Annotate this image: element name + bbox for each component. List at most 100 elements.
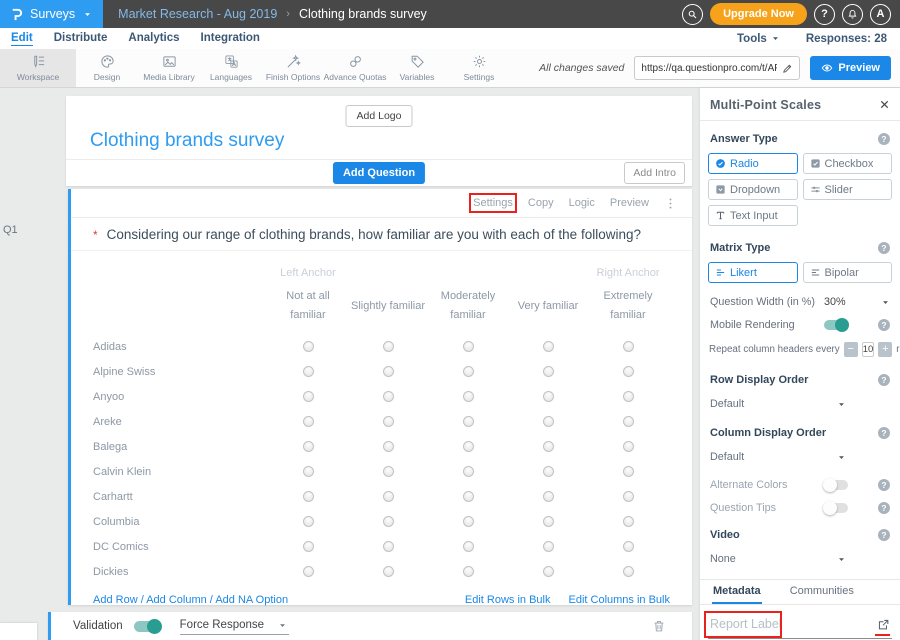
radio-option[interactable] xyxy=(303,491,314,502)
surveys-menu[interactable]: Surveys xyxy=(0,0,103,28)
radio-option[interactable] xyxy=(463,466,474,477)
radio-option[interactable] xyxy=(543,441,554,452)
toolbar-item-design[interactable]: Design xyxy=(76,49,138,87)
edit-url-pencil-icon[interactable] xyxy=(782,63,793,74)
radio-option[interactable] xyxy=(463,566,474,577)
radio-option[interactable] xyxy=(543,416,554,427)
toolbar-item-variables[interactable]: Variables xyxy=(386,49,448,87)
validation-toggle[interactable] xyxy=(134,621,161,632)
radio-option[interactable] xyxy=(623,441,634,452)
search-icon[interactable] xyxy=(682,4,703,25)
add-column-link[interactable]: Add Column xyxy=(146,594,207,606)
question-action-preview[interactable]: Preview xyxy=(610,197,649,209)
help-icon[interactable]: ? xyxy=(878,479,890,491)
radio-option[interactable] xyxy=(463,391,474,402)
radio-option[interactable] xyxy=(383,391,394,402)
add-na-option-link[interactable]: Add NA Option xyxy=(215,594,288,606)
add-intro-button[interactable]: Add Intro xyxy=(624,162,685,184)
radio-option[interactable] xyxy=(383,441,394,452)
radio-option[interactable] xyxy=(623,341,634,352)
help-icon[interactable]: ? xyxy=(878,529,890,541)
radio-option[interactable] xyxy=(543,566,554,577)
answer-type-radio[interactable]: Radio xyxy=(708,153,798,174)
answer-type-checkbox[interactable]: Checkbox xyxy=(803,153,893,174)
add-question-button[interactable]: Add Question xyxy=(333,162,425,184)
answer-type-slider[interactable]: Slider xyxy=(803,179,893,200)
toolbar-item-media-library[interactable]: Media Library xyxy=(138,49,200,87)
radio-option[interactable] xyxy=(303,341,314,352)
radio-option[interactable] xyxy=(623,516,634,527)
responses-count[interactable]: Responses: 28 xyxy=(806,33,887,45)
notifications-bell-icon[interactable] xyxy=(842,4,863,25)
radio-option[interactable] xyxy=(303,441,314,452)
validation-type-select[interactable]: Force Response xyxy=(180,617,289,635)
video-select[interactable]: None xyxy=(708,553,848,565)
question-action-settings[interactable]: Settings xyxy=(473,197,513,209)
help-icon[interactable]: ? xyxy=(878,133,890,145)
toolbar-item-advance-quotas[interactable]: Advance Quotas xyxy=(324,49,386,87)
help-icon[interactable]: ? xyxy=(878,427,890,439)
radio-option[interactable] xyxy=(383,516,394,527)
radio-option[interactable] xyxy=(623,416,634,427)
radio-option[interactable] xyxy=(463,491,474,502)
delete-question-trash-icon[interactable] xyxy=(652,619,666,633)
radio-option[interactable] xyxy=(463,341,474,352)
radio-option[interactable] xyxy=(463,416,474,427)
tools-menu[interactable]: Tools xyxy=(737,33,780,45)
radio-option[interactable] xyxy=(463,441,474,452)
help-icon[interactable]: ? xyxy=(878,319,890,331)
radio-option[interactable] xyxy=(383,491,394,502)
nav-tab-distribute[interactable]: Distribute xyxy=(54,32,108,46)
avatar[interactable]: A xyxy=(870,4,891,25)
toolbar-item-workspace[interactable]: Workspace xyxy=(0,49,76,87)
radio-option[interactable] xyxy=(383,366,394,377)
stepper-plus-button[interactable]: + xyxy=(878,342,892,357)
report-label-field[interactable]: Report Label xyxy=(708,614,892,639)
edit-rows-in-bulk-link[interactable]: Edit Rows in Bulk xyxy=(465,594,551,606)
question-text[interactable]: Considering our range of clothing brands… xyxy=(107,227,641,242)
radio-option[interactable] xyxy=(463,516,474,527)
tab-metadata[interactable]: Metadata xyxy=(712,581,762,604)
radio-option[interactable] xyxy=(543,391,554,402)
matrix-type-likert[interactable]: Likert xyxy=(708,262,798,283)
radio-option[interactable] xyxy=(303,566,314,577)
question-width-value[interactable]: 30% xyxy=(824,296,846,308)
radio-option[interactable] xyxy=(303,416,314,427)
radio-option[interactable] xyxy=(543,466,554,477)
repeat-headers-value[interactable]: 10 xyxy=(862,342,875,357)
radio-option[interactable] xyxy=(463,541,474,552)
radio-option[interactable] xyxy=(623,466,634,477)
radio-option[interactable] xyxy=(303,366,314,377)
help-icon[interactable]: ? xyxy=(878,374,890,386)
help-icon[interactable]: ? xyxy=(878,502,890,514)
answer-type-text-input[interactable]: Text Input xyxy=(708,205,798,226)
tab-communities[interactable]: Communities xyxy=(789,581,855,604)
breadcrumb-folder[interactable]: Market Research - Aug 2019 xyxy=(118,7,277,21)
radio-option[interactable] xyxy=(543,541,554,552)
upgrade-now-button[interactable]: Upgrade Now xyxy=(710,3,807,25)
radio-option[interactable] xyxy=(383,566,394,577)
matrix-type-bipolar[interactable]: Bipolar xyxy=(803,262,893,283)
radio-option[interactable] xyxy=(303,541,314,552)
add-logo-button[interactable]: Add Logo xyxy=(346,105,413,127)
survey-url-field[interactable]: https://qa.questionpro.com/t/APNrfZfQ xyxy=(634,56,800,80)
toolbar-item-languages[interactable]: Languages xyxy=(200,49,262,87)
question-action-copy[interactable]: Copy xyxy=(528,197,554,209)
close-icon[interactable] xyxy=(879,99,890,110)
radio-option[interactable] xyxy=(463,366,474,377)
radio-option[interactable] xyxy=(623,366,634,377)
nav-tab-analytics[interactable]: Analytics xyxy=(128,32,179,46)
nav-tab-integration[interactable]: Integration xyxy=(201,32,260,46)
radio-option[interactable] xyxy=(623,566,634,577)
radio-option[interactable] xyxy=(383,416,394,427)
survey-title[interactable]: Clothing brands survey xyxy=(90,130,284,152)
help-icon[interactable]: ? xyxy=(814,4,835,25)
more-vertical-icon[interactable] xyxy=(664,197,677,210)
radio-option[interactable] xyxy=(303,466,314,477)
radio-option[interactable] xyxy=(383,541,394,552)
radio-option[interactable] xyxy=(623,491,634,502)
radio-option[interactable] xyxy=(543,341,554,352)
radio-option[interactable] xyxy=(623,391,634,402)
toolbar-item-settings[interactable]: Settings xyxy=(448,49,510,87)
radio-option[interactable] xyxy=(303,391,314,402)
